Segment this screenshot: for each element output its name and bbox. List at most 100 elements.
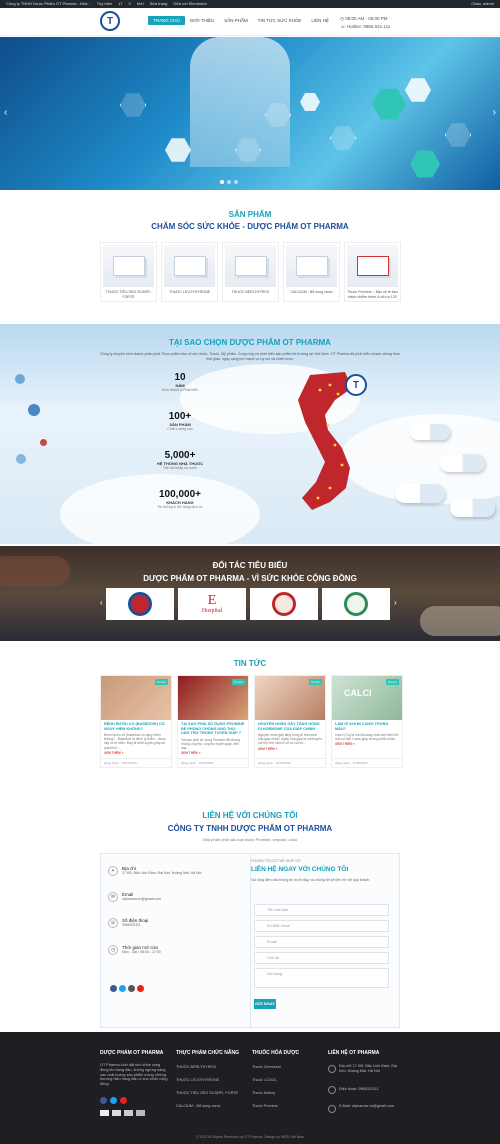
phone-input[interactable]: Số Điện thoại <box>254 920 389 932</box>
header-info: ◷ 08:00 AM - 05:00 PM ☏ Hotline: 0965.02… <box>340 15 390 31</box>
stat-pharmacies: 5,000+ HỆ THỐNG NHÀ THUỐC Trải dài khắp cả… <box>156 450 204 470</box>
partner-logo[interactable] <box>322 588 390 620</box>
product-name[interactable]: CALCIUM - Bổ sung canxi <box>284 289 339 296</box>
partners-next-icon[interactable]: › <box>394 598 397 607</box>
admin-user[interactable]: Chào, admin <box>471 0 494 8</box>
site-logo[interactable]: T <box>100 11 120 31</box>
admin-customize[interactable]: Tùy biến <box>97 0 112 8</box>
news-title[interactable]: LÀM GÌ KHI BỊ CANXI TRONG MÁU? <box>332 720 402 733</box>
contact-hours: ◷ Thời gian mở cửa Mon - Sat / 08:00 - 17:… <box>108 945 161 955</box>
footer-link[interactable]: THUỐC BERLTHYROX <box>176 1065 216 1069</box>
news-excerpt: Tại sao phải sử dụng Promine để phòng ch… <box>181 737 240 750</box>
product-name[interactable]: Thuốc Promine – Bảo vệ tế bào tránh nhiễ… <box>345 289 400 300</box>
nav-products[interactable]: SẢN PHẨM <box>219 16 253 25</box>
partner-logo[interactable]: E Hospital <box>178 588 246 620</box>
footer-about: OT Pharma luôn đặt sức khỏe cộng đồng lê… <box>100 1063 168 1087</box>
hex-icon <box>330 126 356 150</box>
instagram-icon[interactable] <box>128 985 135 992</box>
news-meta: Hằng Senh · 10/01/2023 <box>178 758 248 767</box>
news-card[interactable]: Tin tức BỆNH BƯỚU CỔ (BASEDOW) CÓ NGUY H… <box>100 675 172 768</box>
copyright: © 2023 All Rights Reserved by OT Pharma.… <box>195 1135 305 1139</box>
form-title: LIÊN HỆ NGAY VỚI CHÚNG TÔI <box>251 866 349 873</box>
footer-col4-title: LIÊN HỆ OT PHARMA <box>328 1050 380 1056</box>
slider-dot[interactable] <box>234 180 238 184</box>
read-more-link[interactable]: XEM THÊM » <box>178 750 248 756</box>
partner-logo[interactable] <box>250 588 318 620</box>
nav-about[interactable]: GIỚI THIỆU <box>185 16 220 25</box>
footer-link[interactable]: THUỐC LEVOTHYRONE <box>176 1078 219 1082</box>
footer-link[interactable]: Thuốc Kidney <box>252 1091 275 1095</box>
news-card[interactable]: Tin tức CALCI LÀM GÌ KHI BỊ CANXI TRONG M… <box>331 675 403 768</box>
admin-edit-page[interactable]: Sửa trang <box>150 0 168 8</box>
name-input[interactable]: Tên của bạn <box>254 904 389 916</box>
news-title[interactable]: BỆNH BƯỚU CỔ (BASEDOW) CÓ NGUY HIỂM KHÔN… <box>101 720 171 733</box>
footer-col2-title: THỰC PHẨM CHỨC NĂNG <box>176 1050 240 1056</box>
news-title[interactable]: NGUYÊN NHÂN GÂY TĂNG HỒNG DỊ HORMONE CỦA… <box>255 720 325 733</box>
facebook-icon[interactable] <box>110 985 117 992</box>
product-name[interactable]: THUỐC BERLTHYROX <box>223 289 278 296</box>
admin-edit-elementor[interactable]: Sửa với Elementor <box>173 0 207 8</box>
message-textarea[interactable]: Nội dung <box>254 968 389 988</box>
hero-slider[interactable]: ‹ › <box>0 37 500 190</box>
nav-contact[interactable]: LIÊN HỆ <box>306 16 334 25</box>
opening-hours: 08:00 AM - 05:00 PM <box>345 16 388 21</box>
footer-link[interactable]: Thuốc I-COOL <box>252 1078 277 1082</box>
product-card[interactable]: CALCIUM - Bổ sung canxi <box>283 242 340 302</box>
footer-link[interactable]: Thuốc Promine <box>252 1104 278 1108</box>
products-header: SẢN PHẨM CHĂM SÓC SỨC KHỎE - DƯỢC PHẨM O… <box>0 210 500 231</box>
product-image <box>164 245 215 287</box>
admin-updates[interactable]: 17 <box>118 0 122 8</box>
hex-icon <box>300 93 320 111</box>
slider-dot[interactable] <box>227 180 231 184</box>
prev-arrow-icon[interactable]: ‹ <box>4 107 7 118</box>
twitter-icon[interactable] <box>119 985 126 992</box>
read-more-link[interactable]: XEM THÊM » <box>101 750 171 756</box>
news-title[interactable]: TẠI SAO PHẢI SỬ DỤNG PROMINE ĐỂ PHÒNG CH… <box>178 720 248 738</box>
news-title: TIN TỨC <box>233 659 267 668</box>
site-header: T TRANG CHỦ GIỚI THIỆU SẢN PHẨM TIN TỨC … <box>0 8 500 36</box>
partners-prev-icon[interactable]: ‹ <box>100 598 103 607</box>
footer-email[interactable]: E-Mail: otpharma.vn@gmail.com <box>328 1104 398 1109</box>
admin-comments[interactable]: 0 <box>129 0 131 8</box>
admin-bar: Công ty TNHH Dược Phẩm OT Pharma - Nhà..… <box>0 0 500 8</box>
news-tag: Tin tức <box>308 679 322 685</box>
product-card[interactable]: THUỐC LEVOTHYRONE <box>161 242 218 302</box>
product-card[interactable]: Thuốc Promine – Bảo vệ tế bào tránh nhiễ… <box>344 242 401 302</box>
news-card[interactable]: Tin tức NGUYÊN NHÂN GÂY TĂNG HỒNG DỊ HOR… <box>254 675 326 768</box>
product-name[interactable]: THUỐC LEVOTHYRONE <box>162 289 217 296</box>
product-card[interactable]: THUỐC BERLTHYROX <box>222 242 279 302</box>
phone-icon: ☏ Hotline: 0965.021.111 <box>340 24 391 29</box>
product-image <box>103 245 154 287</box>
stat-customers: 100,000+ KHÁCH HÀNG Tin tưởng & Sử dụng dị… <box>157 489 203 509</box>
footer-social <box>100 1097 127 1104</box>
youtube-icon[interactable] <box>120 1097 127 1104</box>
admin-new[interactable]: Mới <box>137 0 144 8</box>
nav-home[interactable]: TRANG CHỦ <box>148 16 185 25</box>
read-more-link[interactable]: XEM THÊM » <box>332 741 402 747</box>
read-more-link[interactable]: XEM THÊM » <box>255 746 325 752</box>
payment-icons <box>100 1110 145 1116</box>
product-card[interactable]: THUỐC TIÊU SEO SCARFI, FORTE <box>100 242 157 302</box>
news-card[interactable]: Tin tức TẠI SAO PHẢI SỬ DỤNG PROMINE ĐỂ … <box>177 675 249 768</box>
facebook-icon[interactable] <box>100 1097 107 1104</box>
slider-dot[interactable] <box>220 180 224 184</box>
hotline[interactable]: Hotline: 0965.021.111 <box>347 24 390 29</box>
youtube-icon[interactable] <box>137 985 144 992</box>
mail-icon <box>328 1105 336 1113</box>
submit-button[interactable]: GỬI NGAY <box>254 999 276 1009</box>
products-kicker: SẢN PHẨM <box>228 210 272 219</box>
next-arrow-icon[interactable]: › <box>493 107 496 118</box>
footer-link[interactable]: THUỐC TIÊU SEO SCARFI, FORTE <box>176 1091 238 1095</box>
twitter-icon[interactable] <box>110 1097 117 1104</box>
email-input[interactable]: Email <box>254 936 389 948</box>
footer-link[interactable]: Thuốc Cerecesel <box>252 1065 281 1069</box>
subject-input[interactable]: Chủ đề <box>254 952 389 964</box>
footer-link[interactable]: CALCIUM - Bổ sung canxi <box>176 1104 220 1108</box>
nav-news[interactable]: TIN TỨC SỨC KHỎE <box>253 16 307 25</box>
footer-col3-title: THUỐC HÓA DƯỢC <box>252 1050 300 1056</box>
location-icon <box>328 1065 336 1073</box>
partner-logo[interactable] <box>106 588 174 620</box>
admin-site-link[interactable]: Công ty TNHH Dược Phẩm OT Pharma - Nhà..… <box>6 0 91 8</box>
form-kicker: CHÚNG TÔI CÓ THỂ GIÚP GÌ? <box>251 859 301 863</box>
product-name[interactable]: THUỐC TIÊU SEO SCARFI, FORTE <box>101 289 156 300</box>
